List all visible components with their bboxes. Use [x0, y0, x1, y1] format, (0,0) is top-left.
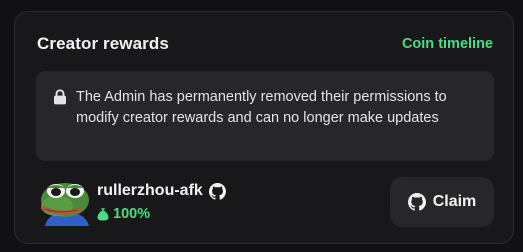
- card-title: Creator rewards: [37, 34, 169, 53]
- permissions-notice: The Admin has permanently removed their …: [36, 71, 494, 161]
- notice-text: The Admin has permanently removed their …: [76, 89, 447, 126]
- creator-share-row: 100%: [97, 206, 150, 222]
- github-icon: [208, 182, 226, 200]
- card-header: Creator rewards Coin timeline: [37, 32, 493, 56]
- claim-button[interactable]: Claim: [390, 177, 494, 227]
- creator-name-row: rullerzhou-afk: [97, 182, 226, 200]
- lock-icon: [54, 89, 66, 105]
- pepe-frog-avatar: [41, 183, 89, 226]
- coin-timeline-link[interactable]: Coin timeline: [402, 36, 493, 52]
- github-icon: [407, 193, 426, 211]
- creator-share-percent: 100%: [113, 206, 151, 222]
- claim-button-label: Claim: [432, 193, 477, 210]
- creator-username: rullerzhou-afk: [97, 182, 203, 199]
- money-bag-icon: [97, 208, 109, 221]
- creator-rewards-card: Creator rewards Coin timeline The Admin …: [14, 11, 514, 244]
